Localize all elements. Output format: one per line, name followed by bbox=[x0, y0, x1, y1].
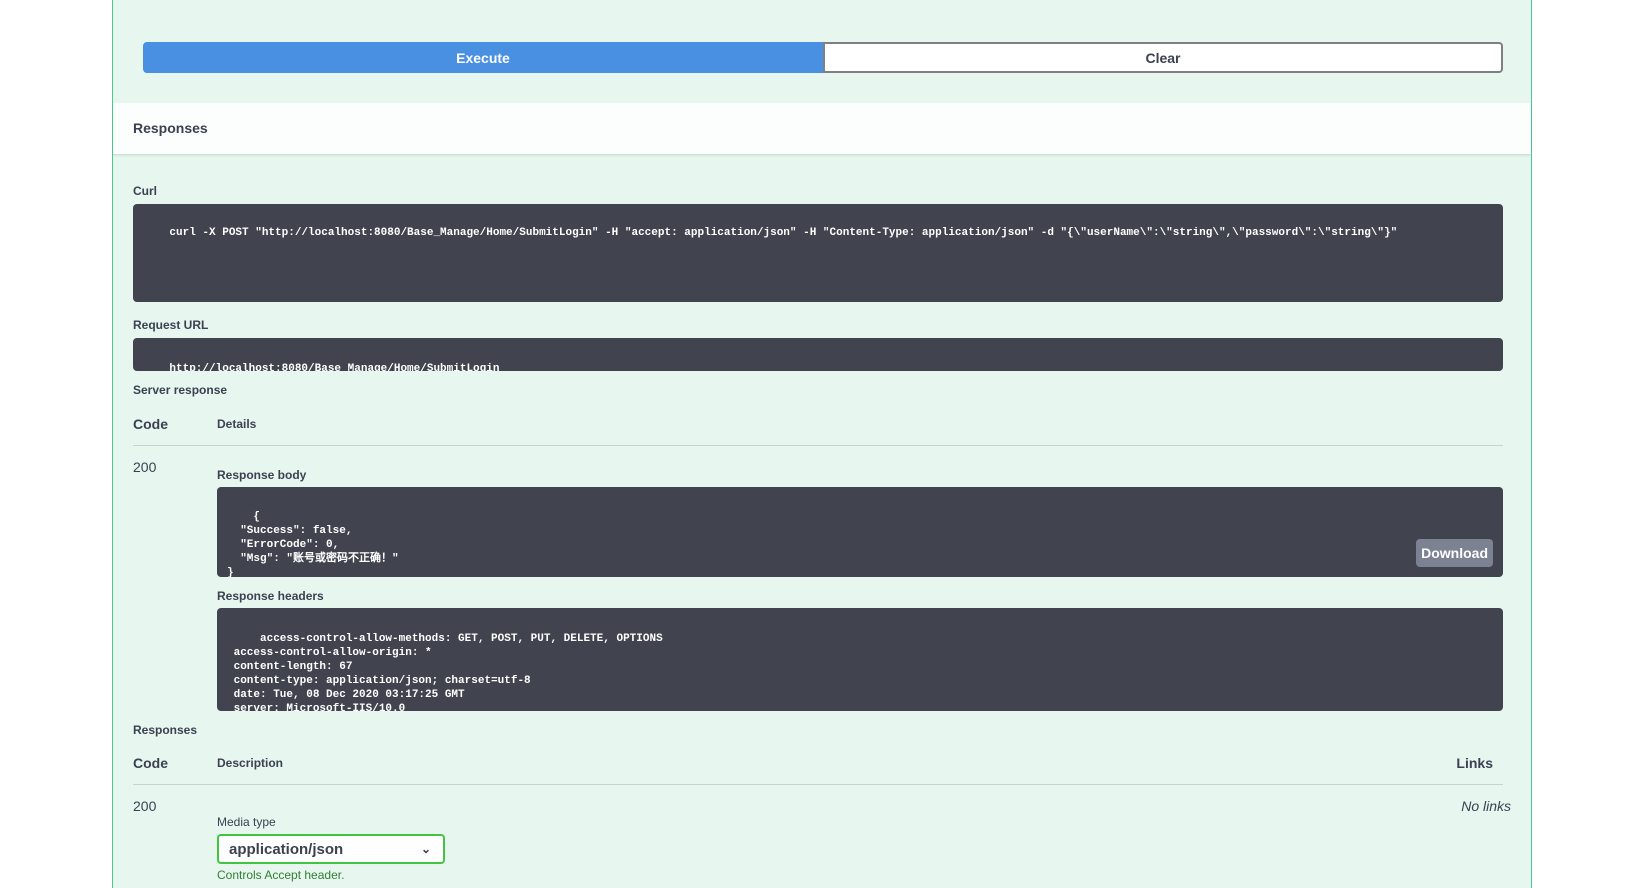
divider bbox=[133, 445, 1503, 446]
divider bbox=[133, 784, 1503, 785]
execute-button[interactable]: Execute bbox=[143, 42, 823, 73]
responses-code-header: Code bbox=[133, 755, 168, 771]
request-url-label: Request URL bbox=[133, 318, 209, 332]
server-response-details-header: Details bbox=[217, 417, 257, 431]
response-headers-label: Response headers bbox=[217, 589, 324, 603]
curl-label: Curl bbox=[133, 184, 157, 198]
execute-wrapper: Execute Clear bbox=[143, 42, 1503, 73]
media-type-value: application/json bbox=[229, 841, 344, 858]
response-body-label: Response body bbox=[217, 468, 307, 482]
media-type-label: Media type bbox=[217, 815, 276, 829]
server-response-code-header: Code bbox=[133, 416, 168, 432]
response-body: { "Success": false, "ErrorCode": 0, "Msg… bbox=[227, 511, 399, 577]
responses-label: Responses bbox=[133, 723, 198, 737]
chevron-down-icon: ⌄ bbox=[420, 842, 431, 856]
response-body-box[interactable]: { "Success": false, "ErrorCode": 0, "Msg… bbox=[217, 487, 1503, 577]
curl-command-box[interactable]: curl -X POST "http://localhost:8080/Base… bbox=[133, 204, 1503, 302]
server-response-code: 200 bbox=[133, 459, 157, 475]
request-url-box[interactable]: http://localhost:8080/Base_Manage/Home/S… bbox=[133, 338, 1503, 371]
curl-command: curl -X POST "http://localhost:8080/Base… bbox=[169, 227, 1398, 239]
responses-description-header: Description bbox=[217, 756, 284, 770]
clear-button[interactable]: Clear bbox=[823, 42, 1503, 73]
responses-title: Responses bbox=[133, 120, 208, 136]
response-headers: access-control-allow-methods: GET, POST,… bbox=[233, 633, 663, 711]
server-response-label: Server response bbox=[133, 383, 228, 397]
responses-header: Responses bbox=[113, 103, 1531, 155]
media-type-select[interactable]: application/json ⌄ bbox=[217, 834, 445, 864]
responses-code: 200 bbox=[133, 798, 157, 814]
responses-links-header: Links bbox=[1456, 755, 1493, 771]
download-button[interactable]: Download bbox=[1416, 539, 1493, 567]
response-headers-box[interactable]: access-control-allow-methods: GET, POST,… bbox=[217, 608, 1503, 711]
operation-block: Execute Clear Responses Curl curl -X POS… bbox=[112, 0, 1532, 888]
request-url-value: http://localhost:8080/Base_Manage/Home/S… bbox=[169, 363, 500, 371]
no-links-text: No links bbox=[1461, 798, 1511, 814]
controls-accept-note: Controls Accept header. bbox=[217, 868, 345, 882]
